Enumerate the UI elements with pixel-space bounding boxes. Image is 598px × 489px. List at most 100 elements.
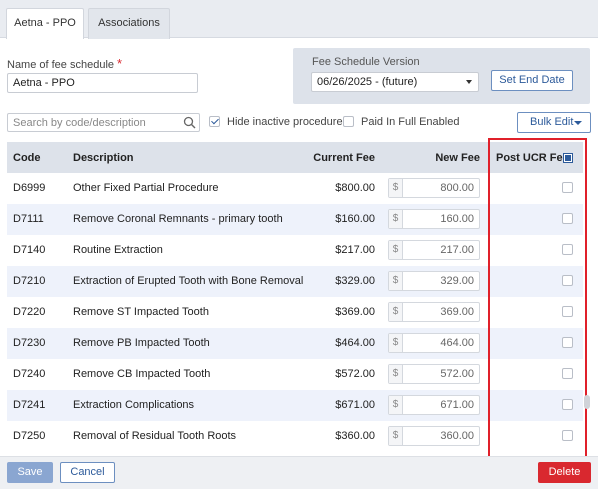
currency-prefix: $ bbox=[389, 334, 403, 352]
row-code: D7250 bbox=[13, 430, 46, 442]
new-fee-value: 360.00 bbox=[440, 430, 474, 442]
search-input[interactable] bbox=[8, 114, 180, 131]
currency-prefix: $ bbox=[389, 303, 403, 321]
new-fee-input[interactable]: $800.00 bbox=[388, 178, 480, 198]
new-fee-value: 160.00 bbox=[440, 213, 474, 225]
footer-bar: Save Cancel Delete bbox=[0, 456, 598, 489]
tab-aetna-ppo[interactable]: Aetna - PPO bbox=[6, 8, 84, 39]
new-fee-value: 800.00 bbox=[440, 182, 474, 194]
paid-in-full-label: Paid In Full Enabled bbox=[361, 116, 460, 128]
row-description: Remove ST Impacted Tooth bbox=[73, 306, 209, 318]
row-description: Extraction of Erupted Tooth with Bone Re… bbox=[73, 275, 304, 287]
fee-schedule-version-panel: Fee Schedule Version 06/26/2025 - (futur… bbox=[293, 48, 590, 104]
currency-prefix: $ bbox=[389, 427, 403, 445]
fee-schedule-name-label-text: Name of fee schedule bbox=[7, 59, 115, 71]
set-end-date-button[interactable]: Set End Date bbox=[491, 70, 573, 91]
row-code: D7220 bbox=[13, 306, 46, 318]
post-ucr-checkbox[interactable] bbox=[562, 244, 573, 255]
row-current-fee: $217.00 bbox=[335, 244, 375, 256]
row-current-fee: $160.00 bbox=[335, 213, 375, 225]
table-row: D7111 Remove Coronal Remnants - primary … bbox=[7, 204, 583, 235]
post-ucr-checkbox[interactable] bbox=[562, 275, 573, 286]
table-row: D6999 Other Fixed Partial Procedure $800… bbox=[7, 173, 583, 204]
row-code: D7140 bbox=[13, 244, 46, 256]
row-current-fee: $671.00 bbox=[335, 399, 375, 411]
post-ucr-checkbox[interactable] bbox=[562, 337, 573, 348]
new-fee-value: 329.00 bbox=[440, 275, 474, 287]
fee-schedule-name-input[interactable] bbox=[7, 73, 198, 93]
tab-associations[interactable]: Associations bbox=[88, 8, 170, 39]
row-description: Remove CB Impacted Tooth bbox=[73, 368, 211, 380]
currency-prefix: $ bbox=[389, 241, 403, 259]
hide-inactive-checkbox[interactable] bbox=[209, 116, 220, 127]
scrollbar-thumb[interactable] bbox=[584, 395, 590, 409]
row-description: Remove PB Impacted Tooth bbox=[73, 337, 210, 349]
cancel-button[interactable]: Cancel bbox=[60, 462, 115, 483]
new-fee-value: 217.00 bbox=[440, 244, 474, 256]
new-fee-value: 369.00 bbox=[440, 306, 474, 318]
post-ucr-checkbox[interactable] bbox=[562, 213, 573, 224]
table-row: D7210 Extraction of Erupted Tooth with B… bbox=[7, 266, 583, 297]
new-fee-value: 572.00 bbox=[440, 368, 474, 380]
post-ucr-checkbox[interactable] bbox=[562, 368, 573, 379]
header-description[interactable]: Description bbox=[73, 152, 134, 164]
post-ucr-select-all-checkbox[interactable] bbox=[563, 153, 573, 163]
row-current-fee: $464.00 bbox=[335, 337, 375, 349]
new-fee-value: 464.00 bbox=[440, 337, 474, 349]
new-fee-input[interactable]: $217.00 bbox=[388, 240, 480, 260]
new-fee-input[interactable]: $329.00 bbox=[388, 271, 480, 291]
table-header: Code Description Current Fee New Fee Pos… bbox=[7, 142, 583, 173]
row-code: D7240 bbox=[13, 368, 46, 380]
row-description: Extraction Complications bbox=[73, 399, 195, 411]
search-box bbox=[7, 113, 200, 132]
currency-prefix: $ bbox=[389, 365, 403, 383]
save-button[interactable]: Save bbox=[7, 462, 53, 483]
new-fee-input[interactable]: $360.00 bbox=[388, 426, 480, 446]
paid-in-full-checkbox[interactable] bbox=[343, 116, 354, 127]
row-code: D7111 bbox=[13, 213, 44, 225]
post-ucr-checkbox[interactable] bbox=[562, 399, 573, 410]
new-fee-input[interactable]: $464.00 bbox=[388, 333, 480, 353]
search-icon[interactable] bbox=[183, 116, 196, 129]
table-row: D7140 Routine Extraction $217.00 $217.00 bbox=[7, 235, 583, 266]
currency-prefix: $ bbox=[389, 272, 403, 290]
header-current-fee[interactable]: Current Fee bbox=[313, 152, 375, 164]
fee-schedule-version-select[interactable]: 06/26/2025 - (future) bbox=[311, 72, 479, 92]
post-ucr-checkbox[interactable] bbox=[562, 182, 573, 193]
row-current-fee: $572.00 bbox=[335, 368, 375, 380]
row-description: Removal of Residual Tooth Roots bbox=[73, 430, 237, 442]
fee-schedule-version-label: Fee Schedule Version bbox=[312, 56, 420, 68]
chevron-down-icon bbox=[574, 121, 582, 125]
currency-prefix: $ bbox=[389, 396, 403, 414]
new-fee-input[interactable]: $572.00 bbox=[388, 364, 480, 384]
post-ucr-checkbox[interactable] bbox=[562, 306, 573, 317]
table-row: D7230 Remove PB Impacted Tooth $464.00 $… bbox=[7, 328, 583, 359]
row-current-fee: $329.00 bbox=[335, 275, 375, 287]
bulk-edit-button[interactable]: Bulk Edit bbox=[517, 112, 591, 133]
row-code: D6999 bbox=[13, 182, 46, 194]
table-row: D7220 Remove ST Impacted Tooth $369.00 $… bbox=[7, 297, 583, 328]
row-description: Other Fixed Partial Procedure bbox=[73, 182, 219, 194]
table-row: D7250 Removal of Residual Tooth Roots $3… bbox=[7, 421, 583, 452]
row-code: D7230 bbox=[13, 337, 46, 349]
new-fee-input[interactable]: $369.00 bbox=[388, 302, 480, 322]
bulk-edit-label: Bulk Edit bbox=[530, 116, 574, 128]
row-current-fee: $369.00 bbox=[335, 306, 375, 318]
post-ucr-checkbox[interactable] bbox=[562, 430, 573, 441]
new-fee-input[interactable]: $671.00 bbox=[388, 395, 480, 415]
header-new-fee[interactable]: New Fee bbox=[435, 152, 480, 164]
row-current-fee: $360.00 bbox=[335, 430, 375, 442]
row-current-fee: $800.00 bbox=[335, 182, 375, 194]
new-fee-value: 671.00 bbox=[440, 399, 474, 411]
header-code[interactable]: Code bbox=[13, 152, 41, 164]
new-fee-input[interactable]: $160.00 bbox=[388, 209, 480, 229]
row-code: D7241 bbox=[13, 399, 46, 411]
delete-button[interactable]: Delete bbox=[538, 462, 591, 483]
hide-inactive-label: Hide inactive procedures bbox=[227, 116, 349, 128]
row-description: Routine Extraction bbox=[73, 244, 163, 256]
fee-schedule-name-label: Name of fee schedule * bbox=[7, 56, 122, 71]
currency-prefix: $ bbox=[389, 179, 403, 197]
table-row: D7240 Remove CB Impacted Tooth $572.00 $… bbox=[7, 359, 583, 390]
required-marker: * bbox=[117, 56, 123, 71]
tab-bar: Aetna - PPO Associations bbox=[0, 0, 598, 39]
